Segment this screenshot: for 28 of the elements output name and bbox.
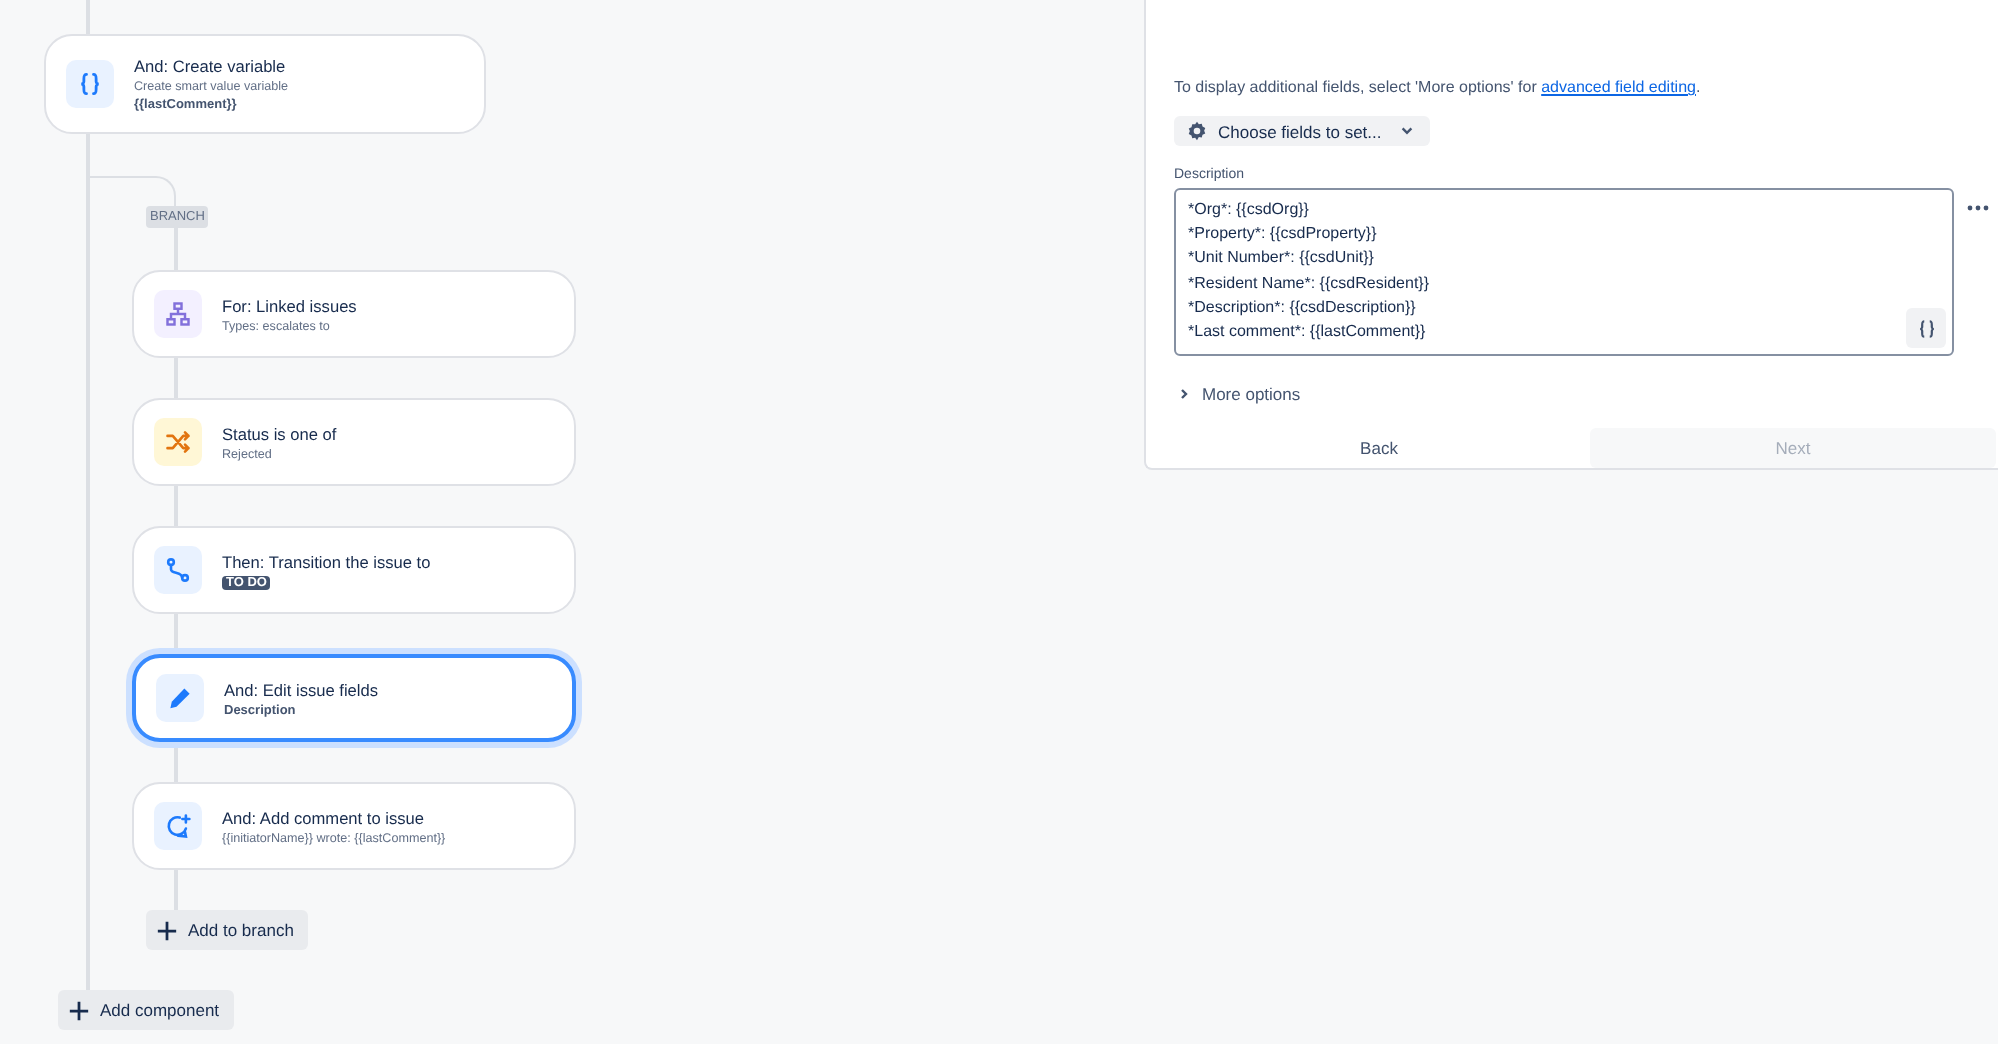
more-icon[interactable] — [1966, 204, 1990, 212]
plus-icon — [68, 999, 90, 1021]
component-title: And: Edit issue fields — [224, 679, 379, 699]
back-button[interactable]: Back — [1174, 428, 1584, 468]
shuffle-icon — [154, 418, 202, 466]
plus-icon — [156, 919, 178, 941]
advanced-field-editing-link[interactable]: advanced field editing — [1541, 78, 1696, 96]
choose-fields-button[interactable]: Choose fields to set... — [1174, 116, 1430, 146]
braces-icon — [1915, 317, 1937, 339]
chevron-icon — [1178, 388, 1190, 400]
smart-value-button[interactable] — [1906, 308, 1946, 348]
pencil-icon — [156, 674, 204, 722]
caret-icon — [1399, 124, 1414, 138]
add-to-branch-button[interactable]: Add to branch — [146, 910, 308, 950]
component-title: Then: Transition the issue to — [222, 551, 431, 571]
transition-icon — [154, 546, 202, 594]
description-field[interactable]: *Org*: {{csdOrg}} *Property*: {{csdProperty}} *Unit Number*: {{csdUnit}} *Resident Name*: {{csdResident}} *Description*: {{csdDescription}} *Last comment*: {{lastComment}} — [1174, 188, 1954, 356]
component-title: Status is one of — [222, 423, 337, 443]
braces-icon — [66, 60, 114, 108]
hierarchy-icon — [154, 290, 202, 338]
component-title: And: Add comment to issue — [222, 807, 427, 827]
component-title: And: Create variable — [134, 56, 288, 76]
gear-icon — [1186, 120, 1208, 142]
more-options-toggle[interactable]: More options — [1174, 384, 1301, 404]
component-title: For: Linked issues — [222, 295, 357, 315]
comment-icon — [154, 802, 202, 850]
help-text: To display additional fields, select 'More options' for advanced field editing. — [1174, 78, 1701, 96]
add-component-button[interactable]: Add component — [58, 990, 234, 1030]
